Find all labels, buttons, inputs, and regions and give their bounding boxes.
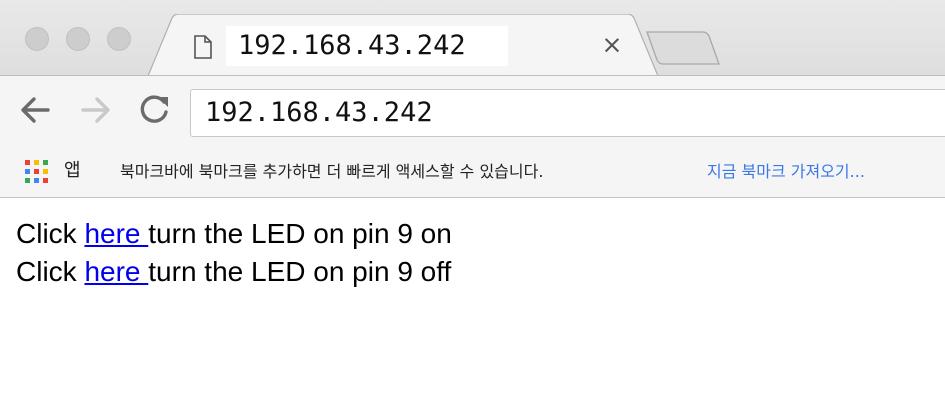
apps-grid-icon[interactable] [25,160,48,183]
bookmarks-bar: 앱 북마크바에 북마크를 추가하면 더 빠르게 액세스할 수 있습니다. 지금 … [0,145,945,198]
tab-strip: 192.168.43.242 × [0,0,945,76]
address-bar[interactable]: 192.168.43.242 [190,89,945,137]
tab-active[interactable]: 192.168.43.242 × [148,14,658,76]
apps-shortcut[interactable]: 앱 [64,159,81,183]
line-suffix: turn the LED on pin 9 off [148,256,452,287]
new-tab-button[interactable] [645,30,721,66]
line-suffix: turn the LED on pin 9 on [148,218,452,249]
tab-title: 192.168.43.242 [238,30,466,61]
line-prefix: Click [16,218,85,249]
address-text[interactable]: 192.168.43.242 [205,94,433,132]
led-off-link[interactable]: here [84,256,148,287]
tab-close-button[interactable]: × [599,32,625,58]
line-prefix: Click [16,256,85,287]
page-icon [194,35,212,59]
led-off-line: Click here turn the LED on pin 9 off [16,254,451,290]
forward-arrow-icon[interactable] [77,92,113,128]
page-content: Click here turn the LED on pin 9 on Clic… [0,198,945,414]
reload-icon[interactable] [136,92,172,128]
led-on-line: Click here turn the LED on pin 9 on [16,216,452,252]
zoom-window-button[interactable] [107,27,131,51]
minimize-window-button[interactable] [66,27,90,51]
bookmark-hint-text: 북마크바에 북마크를 추가하면 더 빠르게 액세스할 수 있습니다. [120,162,544,181]
toolbar: 192.168.43.242 [0,75,945,145]
back-arrow-icon[interactable] [18,92,54,128]
import-bookmarks-link[interactable]: 지금 북마크 가져오기... [707,160,865,184]
led-on-link[interactable]: here [84,218,148,249]
browser-window: 192.168.43.242 × 192.168.43.242 앱 북마크바에 … [0,0,945,414]
close-window-button[interactable] [25,27,49,51]
